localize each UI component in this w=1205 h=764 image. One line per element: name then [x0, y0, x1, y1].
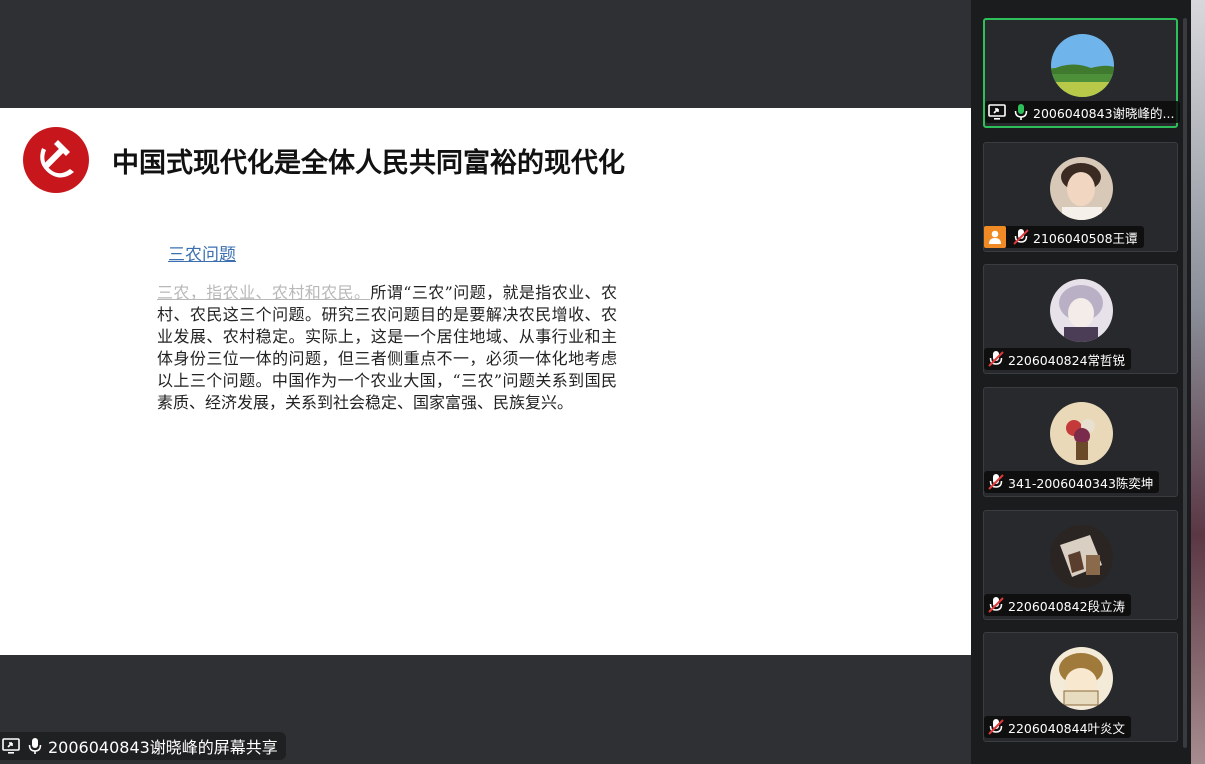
- participant-name-bar: 2106040508王谭: [984, 226, 1144, 248]
- slide-title: 中国式现代化是全体人民共同富裕的现代化: [112, 148, 625, 179]
- mic-on-icon: [1014, 104, 1028, 120]
- mic-muted-icon: [988, 474, 1004, 490]
- screen-share-icon: [2, 738, 20, 754]
- party-emblem-icon: [23, 127, 89, 193]
- screen-share-caption: 2006040843谢晓峰的屏幕共享: [0, 732, 286, 760]
- mic-muted-icon: [1013, 229, 1029, 245]
- participant-name: 2006040843谢晓峰的...: [1033, 105, 1175, 121]
- avatar: [1051, 34, 1114, 97]
- mic-muted-icon: [988, 597, 1004, 613]
- participant-name: 2106040508王谭: [1033, 230, 1138, 246]
- sidebar-scrollbar[interactable]: [1183, 18, 1187, 748]
- participant-tile[interactable]: 2206040842段立涛: [983, 510, 1178, 620]
- participant-name-bar: 341-2006040343陈奕坤: [984, 471, 1160, 493]
- avatar: [1050, 157, 1113, 220]
- participant-name-bar: 2206040824常哲锐: [984, 348, 1132, 370]
- avatar: [1050, 279, 1113, 342]
- mic-muted-icon: [988, 351, 1004, 367]
- participant-name: 2206040842段立涛: [1008, 598, 1126, 614]
- share-caption-text: 2006040843谢晓峰的屏幕共享: [48, 738, 278, 757]
- avatar: [1050, 525, 1113, 588]
- user-badge-icon: [984, 226, 1006, 248]
- avatar: [1050, 647, 1113, 710]
- participant-name-bar: 2006040843谢晓峰的...: [985, 101, 1181, 123]
- participant-tile[interactable]: 2106040508王谭: [983, 142, 1178, 252]
- background-edge: [1191, 0, 1205, 764]
- mic-muted-icon: [988, 719, 1004, 735]
- participant-tile[interactable]: 341-2006040343陈奕坤: [983, 387, 1178, 497]
- participant-name-bar: 2206040842段立涛: [984, 594, 1132, 616]
- slide-body-text: 三农，指农业、农村和农民。所谓“三农”问题，就是指农业、农村、农民这三个问题。研…: [157, 282, 617, 414]
- participant-name: 2206040824常哲锐: [1008, 352, 1126, 368]
- avatar: [1050, 402, 1113, 465]
- participant-name: 2206040844叶炎文: [1008, 720, 1126, 736]
- participant-tile[interactable]: 2206040824常哲锐: [983, 264, 1178, 374]
- screen-share-icon: [988, 104, 1006, 120]
- mic-icon: [28, 738, 42, 754]
- participant-tile[interactable]: 2206040844叶炎文: [983, 632, 1178, 742]
- slide-link-title[interactable]: 三农问题: [168, 240, 236, 265]
- participant-name: 341-2006040343陈奕坤: [1008, 475, 1154, 491]
- slide-body-rest: 所谓“三农”问题，就是指农业、农村、农民这三个问题。研究三农问题目的是要解决农民…: [157, 283, 617, 412]
- participant-tile[interactable]: 2006040843谢晓峰的...: [983, 18, 1181, 128]
- participant-name-bar: 2206040844叶炎文: [984, 716, 1132, 738]
- slide-body-lead: 三农，指农业、农村和农民。: [157, 283, 371, 302]
